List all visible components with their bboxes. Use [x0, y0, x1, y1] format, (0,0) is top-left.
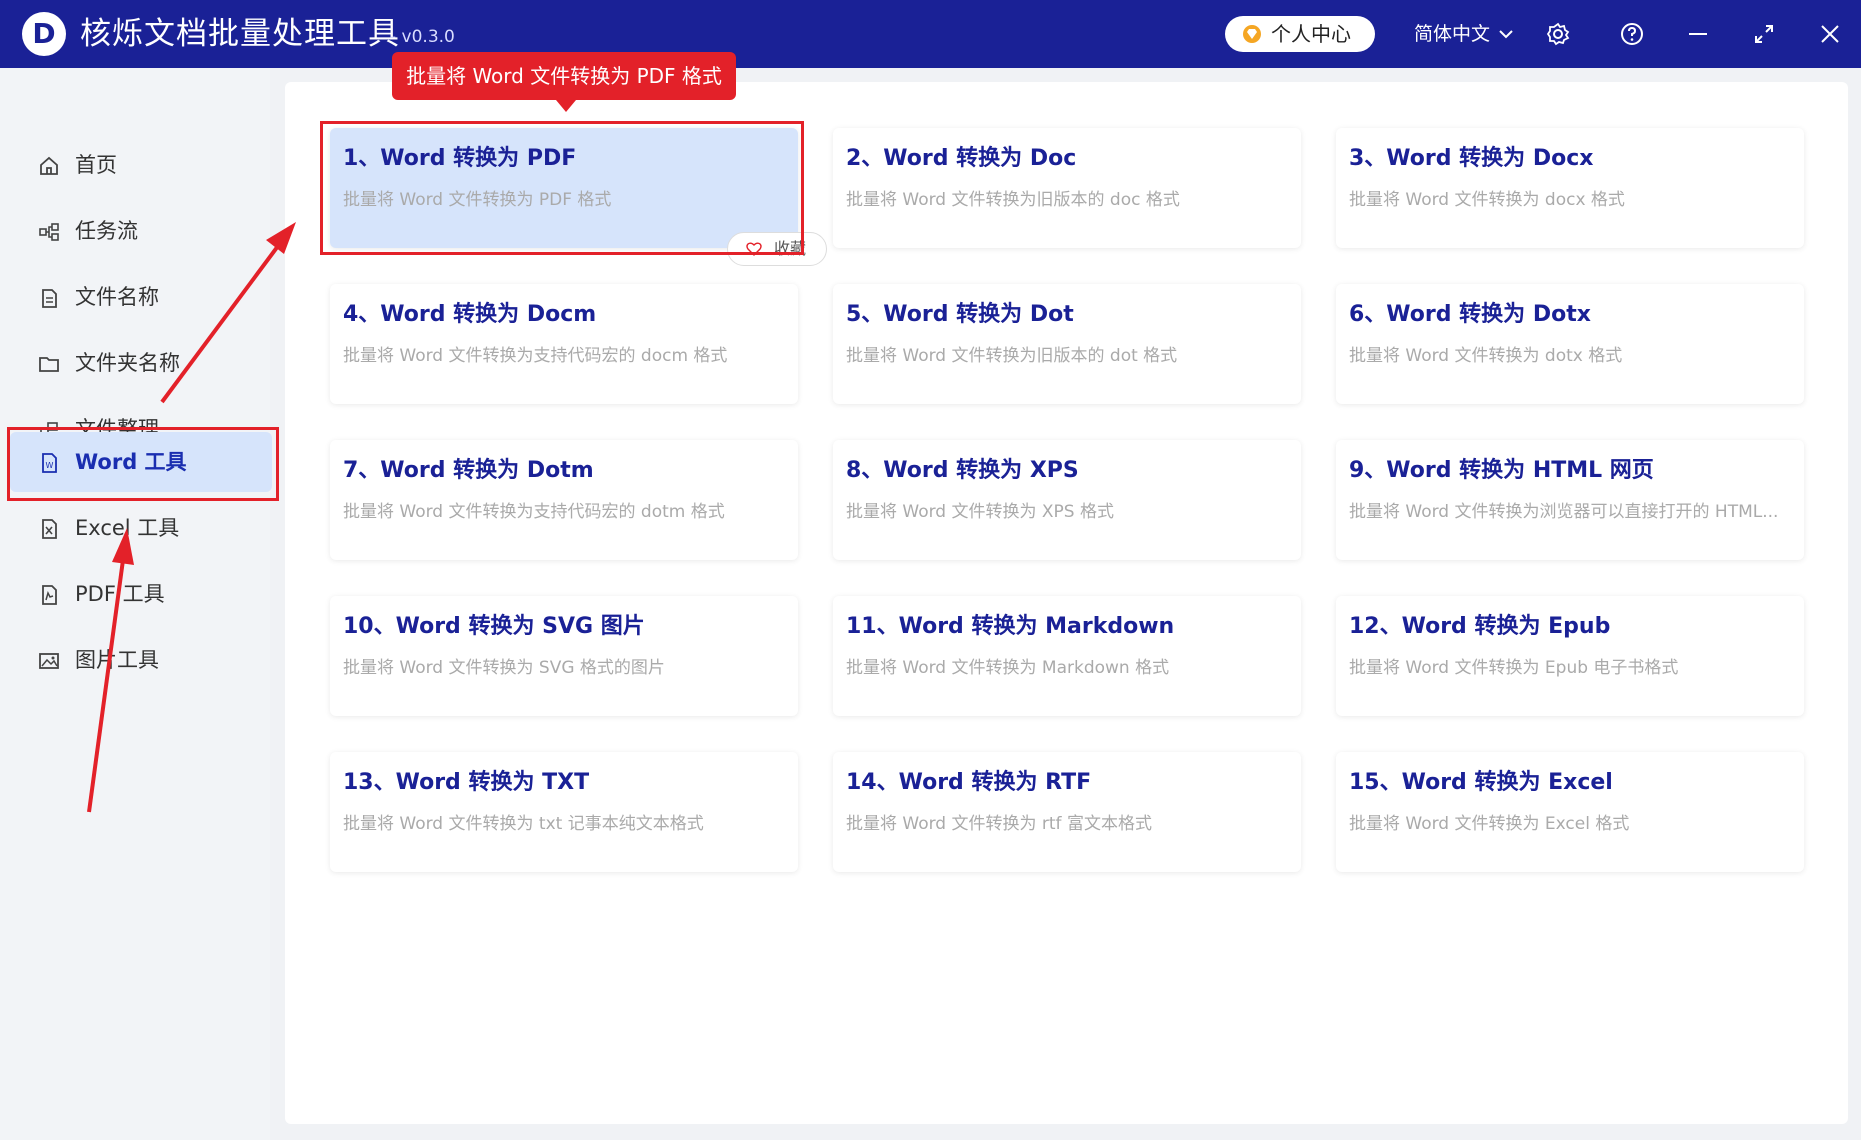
maximize-icon[interactable] [1752, 22, 1776, 46]
pdf-file-icon [42, 585, 57, 605]
sidebar-item-label: 文件夹名称 [75, 351, 180, 375]
card-description: 批量将 Word 文件转换为 XPS 格式 [846, 502, 1114, 522]
image-icon [39, 653, 59, 669]
tooltip-tail [556, 100, 576, 112]
tool-card-word-to-svg[interactable]: 10、Word 转换为 SVG 图片 批量将 Word 文件转换为 SVG 格式… [330, 596, 798, 716]
tool-card-word-to-dotx[interactable]: 6、Word 转换为 Dotx 批量将 Word 文件转换为 dotx 格式 [1336, 284, 1804, 404]
card-title: 6、Word 转换为 Dotx [1349, 302, 1591, 327]
tool-card-word-to-dot[interactable]: 5、Word 转换为 Dot 批量将 Word 文件转换为旧版本的 dot 格式 [833, 284, 1301, 404]
sidebar-item-home[interactable]: 首页 [10, 135, 272, 195]
chevron-down-icon[interactable] [1498, 26, 1514, 42]
app-title: 核烁文档批量处理工具 [80, 16, 400, 52]
annotation-highlight-sidebar [7, 427, 279, 501]
home-icon [40, 156, 58, 175]
help-icon[interactable] [1620, 22, 1644, 46]
sidebar-item-label: 首页 [75, 153, 117, 177]
card-title: 8、Word 转换为 XPS [846, 458, 1079, 483]
workflow-icon [39, 223, 59, 241]
settings-icon[interactable] [1546, 22, 1570, 46]
card-title: 9、Word 转换为 HTML 网页 [1349, 458, 1654, 483]
tool-card-word-to-docx[interactable]: 3、Word 转换为 Docx 批量将 Word 文件转换为 docx 格式 [1336, 128, 1804, 248]
card-title: 12、Word 转换为 Epub [1349, 614, 1611, 639]
tool-card-word-to-epub[interactable]: 12、Word 转换为 Epub 批量将 Word 文件转换为 Epub 电子书… [1336, 596, 1804, 716]
tool-card-word-to-excel[interactable]: 15、Word 转换为 Excel 批量将 Word 文件转换为 Excel 格… [1336, 752, 1804, 872]
app-version: - v0.3.0 [390, 27, 455, 47]
card-title: 14、Word 转换为 RTF [846, 770, 1092, 795]
annotation-highlight-card [320, 121, 804, 255]
card-title: 7、Word 转换为 Dotm [343, 458, 594, 483]
tooltip: 批量将 Word 文件转换为 PDF 格式 [392, 52, 736, 100]
card-title: 13、Word 转换为 TXT [343, 770, 590, 795]
card-description: 批量将 Word 文件转换为 txt 记事本纯文本格式 [343, 814, 704, 834]
sidebar-item-workflow[interactable]: 任务流 [10, 201, 272, 261]
card-title: 10、Word 转换为 SVG 图片 [343, 614, 645, 639]
title-bar: D 核烁文档批量处理工具 - v0.3.0 个人中心 简体中文 [0, 0, 1861, 68]
card-title: 5、Word 转换为 Dot [846, 302, 1074, 327]
file-name-icon [42, 289, 57, 308]
card-description: 批量将 Word 文件转换为 Epub 电子书格式 [1349, 658, 1679, 678]
sidebar-item-folder-name[interactable]: 文件夹名称 [10, 333, 272, 393]
card-description: 批量将 Word 文件转换为 SVG 格式的图片 [343, 658, 665, 678]
excel-file-icon [42, 519, 57, 539]
folder-icon [39, 357, 59, 372]
tool-card-word-to-txt[interactable]: 13、Word 转换为 TXT 批量将 Word 文件转换为 txt 记事本纯文… [330, 752, 798, 872]
card-title: 15、Word 转换为 Excel [1349, 770, 1613, 795]
tool-card-word-to-xps[interactable]: 8、Word 转换为 XPS 批量将 Word 文件转换为 XPS 格式 [833, 440, 1301, 560]
card-description: 批量将 Word 文件转换为 Excel 格式 [1349, 814, 1630, 834]
card-description: 批量将 Word 文件转换为浏览器可以直接打开的 HTML... [1349, 502, 1779, 522]
sidebar-item-pdf-tools[interactable]: PDF 工具 [10, 564, 272, 624]
app-logo: D [22, 12, 66, 56]
tool-card-word-to-markdown[interactable]: 11、Word 转换为 Markdown 批量将 Word 文件转换为 Mark… [833, 596, 1301, 716]
card-title: 4、Word 转换为 Docm [343, 302, 597, 327]
sidebar-item-label: 任务流 [75, 219, 138, 243]
card-title: 11、Word 转换为 Markdown [846, 614, 1175, 639]
card-title: 2、Word 转换为 Doc [846, 146, 1077, 171]
tool-card-word-to-docm[interactable]: 4、Word 转换为 Docm 批量将 Word 文件转换为支持代码宏的 doc… [330, 284, 798, 404]
user-center-button[interactable]: 个人中心 [1225, 16, 1375, 52]
minimize-icon[interactable] [1686, 22, 1710, 46]
card-description: 批量将 Word 文件转换为旧版本的 dot 格式 [846, 346, 1178, 366]
sidebar-item-label: Excel 工具 [75, 516, 180, 540]
card-title: 3、Word 转换为 Docx [1349, 146, 1594, 171]
card-description: 批量将 Word 文件转换为 dotx 格式 [1349, 346, 1623, 366]
card-description: 批量将 Word 文件转换为旧版本的 doc 格式 [846, 190, 1180, 210]
card-description: 批量将 Word 文件转换为 docx 格式 [1349, 190, 1625, 210]
sidebar-item-excel-tools[interactable]: Excel 工具 [10, 498, 272, 558]
gem-icon [1243, 25, 1261, 43]
user-center-label: 个人中心 [1271, 22, 1351, 46]
sidebar-item-file-name[interactable]: 文件名称 [10, 267, 272, 327]
language-selector[interactable]: 简体中文 [1414, 18, 1490, 50]
tool-card-word-to-html[interactable]: 9、Word 转换为 HTML 网页 批量将 Word 文件转换为浏览器可以直接… [1336, 440, 1804, 560]
sidebar-item-label: PDF 工具 [75, 582, 165, 606]
card-description: 批量将 Word 文件转换为 rtf 富文本格式 [846, 814, 1152, 834]
card-description: 批量将 Word 文件转换为 Markdown 格式 [846, 658, 1170, 678]
tool-card-word-to-dotm[interactable]: 7、Word 转换为 Dotm 批量将 Word 文件转换为支持代码宏的 dot… [330, 440, 798, 560]
sidebar-item-label: 图片工具 [75, 648, 159, 672]
sidebar-item-label: 文件名称 [75, 285, 159, 309]
tool-card-word-to-doc[interactable]: 2、Word 转换为 Doc 批量将 Word 文件转换为旧版本的 doc 格式 [833, 128, 1301, 248]
card-description: 批量将 Word 文件转换为支持代码宏的 docm 格式 [343, 346, 728, 366]
close-icon[interactable] [1818, 22, 1842, 46]
card-description: 批量将 Word 文件转换为支持代码宏的 dotm 格式 [343, 502, 725, 522]
tool-card-word-to-rtf[interactable]: 14、Word 转换为 RTF 批量将 Word 文件转换为 rtf 富文本格式 [833, 752, 1301, 872]
app-logo-letter: D [32, 17, 56, 50]
sidebar-item-image-tools[interactable]: 图片工具 [10, 630, 272, 690]
sidebar: 首页 任务流 文件名称 文件夹名称 文件整理 W Word 工具 Excel 工… [0, 68, 272, 1140]
